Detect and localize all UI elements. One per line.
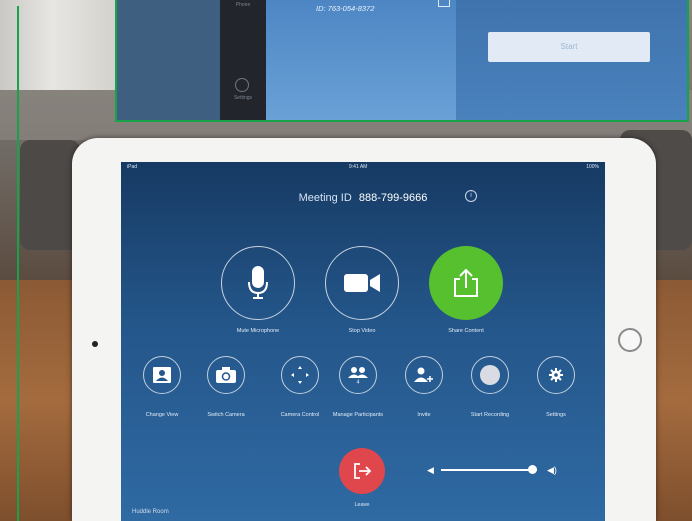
participants-icon: 4: [340, 357, 376, 393]
video-camera-icon: [326, 247, 398, 319]
leave-button[interactable]: [339, 448, 385, 494]
start-recording-label: Start Recording: [470, 412, 510, 418]
settings-button[interactable]: [537, 356, 575, 394]
leave-label: Leave: [354, 502, 370, 508]
share-content-label: Share Content: [448, 328, 484, 334]
clock: 9:41 AM: [349, 164, 368, 170]
info-icon[interactable]: i: [465, 190, 477, 202]
volume-low-icon: ◀: [427, 465, 434, 475]
inset-screenshot: Phone Settings ID: 763-054-8372 Start: [115, 0, 689, 122]
manage-participants-button[interactable]: 4: [339, 356, 377, 394]
mute-microphone-label: Mute Microphone: [236, 328, 280, 334]
settings-label: Settings: [546, 412, 566, 418]
front-camera: [92, 341, 98, 347]
camera-control-button[interactable]: [281, 356, 319, 394]
ipad-device: iPad 9:41 AM 100% Meeting ID 888-799-966…: [72, 138, 656, 521]
sidebar-item-phone[interactable]: Phone: [220, 2, 266, 8]
record-icon: [472, 357, 508, 393]
microphone-icon: [222, 247, 294, 319]
battery-label: 100%: [586, 164, 599, 170]
stop-video-button[interactable]: [325, 246, 399, 320]
frame-border: [17, 6, 19, 521]
inset-meeting-id: ID: 763-054-8372: [316, 4, 375, 13]
leave-icon: [339, 448, 385, 494]
inset-meeting-panel: ID: 763-054-8372: [266, 0, 456, 120]
switch-camera-button[interactable]: [207, 356, 245, 394]
switch-camera-label: Switch Camera: [207, 412, 245, 418]
window: [0, 0, 130, 90]
inset-right-panel: Start: [456, 0, 687, 120]
start-button[interactable]: Start: [488, 32, 650, 62]
change-view-button[interactable]: [143, 356, 181, 394]
sidebar-item-settings[interactable]: Settings: [220, 95, 266, 101]
inset-sidebar: Phone Settings: [220, 0, 266, 120]
home-button[interactable]: [618, 328, 642, 352]
carrier-label: iPad: [127, 164, 138, 170]
volume-slider[interactable]: [441, 469, 537, 471]
manage-participants-label: Manage Participants: [332, 412, 384, 418]
room-name: Huddle Room: [132, 509, 169, 515]
invite-icon: [406, 357, 442, 393]
switch-camera-icon: [208, 357, 244, 393]
gear-icon: [538, 357, 574, 393]
chair: [20, 140, 80, 250]
camera-control-icon: [282, 357, 318, 393]
volume-high-icon: ◀): [547, 465, 557, 475]
stop-video-label: Stop Video: [348, 328, 376, 334]
meeting-id-value: 888-799-9666: [358, 192, 428, 204]
status-bar: iPad 9:41 AM 100%: [121, 162, 605, 172]
settings-icon[interactable]: [235, 78, 249, 92]
meeting-id: Meeting ID 888-799-9666: [121, 192, 605, 204]
change-view-icon: [144, 357, 180, 393]
share-content-button[interactable]: [429, 246, 503, 320]
change-view-label: Change View: [145, 412, 179, 418]
share-upload-icon: [429, 246, 503, 320]
participants-count: 4: [357, 380, 360, 385]
mute-microphone-button[interactable]: [221, 246, 295, 320]
start-recording-button[interactable]: [471, 356, 509, 394]
volume-slider-handle[interactable]: [527, 465, 537, 474]
meeting-id-label: Meeting ID: [298, 192, 352, 204]
inset-left-panel: [117, 0, 220, 120]
zoom-rooms-controller-screen: iPad 9:41 AM 100% Meeting ID 888-799-966…: [121, 162, 605, 521]
inset-panel-icon: [438, 0, 450, 7]
invite-label: Invite: [417, 412, 431, 418]
invite-button[interactable]: [405, 356, 443, 394]
